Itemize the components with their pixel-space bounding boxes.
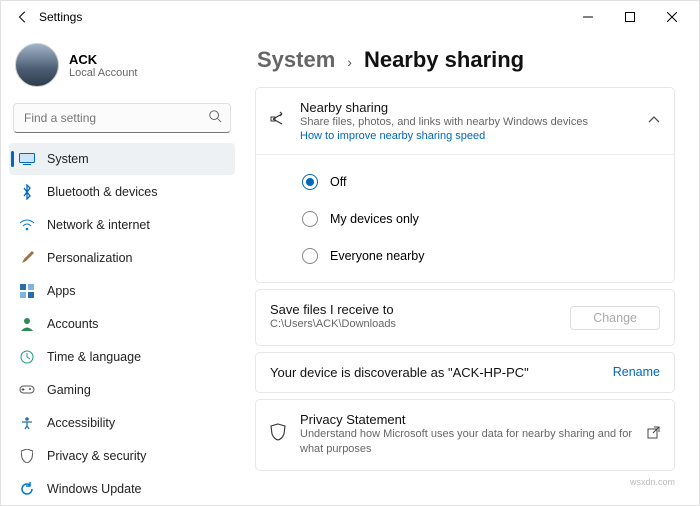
radio-my-devices[interactable]: My devices only bbox=[302, 200, 674, 237]
maximize-button[interactable] bbox=[609, 3, 651, 31]
radio-icon bbox=[302, 248, 318, 264]
nav-item-windows-update[interactable]: Windows Update bbox=[9, 473, 235, 505]
globe-clock-icon bbox=[19, 349, 35, 365]
privacy-statement-card[interactable]: Privacy Statement Understand how Microso… bbox=[255, 399, 675, 471]
nav-item-system[interactable]: System bbox=[9, 143, 235, 175]
radio-label: Everyone nearby bbox=[330, 249, 425, 263]
person-icon bbox=[19, 316, 35, 332]
nearby-sub: Share files, photos, and links with near… bbox=[300, 115, 636, 130]
radio-icon bbox=[302, 174, 318, 190]
save-files-path: C:\Users\ACK\Downloads bbox=[270, 317, 558, 332]
gamepad-icon bbox=[19, 382, 35, 398]
minimize-button[interactable] bbox=[567, 3, 609, 31]
sidebar: ACK Local Account System Bluetooth & dev… bbox=[1, 33, 243, 505]
nav-item-network[interactable]: Network & internet bbox=[9, 209, 235, 241]
chevron-up-icon bbox=[648, 115, 660, 127]
watermark: wsxdn.com bbox=[255, 477, 675, 487]
rename-link[interactable]: Rename bbox=[613, 365, 660, 379]
brush-icon bbox=[19, 250, 35, 266]
main-content: System › Nearby sharing Nearby sharing S… bbox=[243, 33, 699, 505]
nav-label: Time & language bbox=[47, 350, 141, 364]
search-icon bbox=[208, 109, 222, 128]
nav-label: Accounts bbox=[47, 317, 98, 331]
shield-icon bbox=[270, 423, 288, 446]
nav-label: Accessibility bbox=[47, 416, 115, 430]
nav-item-accessibility[interactable]: Accessibility bbox=[9, 407, 235, 439]
radio-label: My devices only bbox=[330, 212, 419, 226]
wifi-icon bbox=[19, 217, 35, 233]
nav-item-apps[interactable]: Apps bbox=[9, 275, 235, 307]
nav-item-gaming[interactable]: Gaming bbox=[9, 374, 235, 406]
nav-label: System bbox=[47, 152, 89, 166]
chevron-right-icon: › bbox=[347, 54, 352, 70]
nearby-sharing-header[interactable]: Nearby sharing Share files, photos, and … bbox=[256, 88, 674, 154]
discoverable-card: Your device is discoverable as "ACK-HP-P… bbox=[255, 352, 675, 393]
radio-off[interactable]: Off bbox=[302, 163, 674, 200]
radio-label: Off bbox=[330, 175, 346, 189]
nav-list: System Bluetooth & devices Network & int… bbox=[9, 143, 235, 505]
search-box[interactable] bbox=[13, 103, 231, 133]
window-title: Settings bbox=[39, 10, 82, 24]
share-icon bbox=[270, 110, 288, 133]
privacy-sub: Understand how Microsoft uses your data … bbox=[300, 427, 635, 458]
nav-item-personalization[interactable]: Personalization bbox=[9, 242, 235, 274]
external-link-icon bbox=[647, 426, 660, 444]
system-icon bbox=[19, 151, 35, 167]
breadcrumb-parent[interactable]: System bbox=[257, 47, 335, 73]
shield-icon bbox=[19, 448, 35, 464]
nav-label: Windows Update bbox=[47, 482, 142, 496]
close-button[interactable] bbox=[651, 3, 693, 31]
nearby-options: Off My devices only Everyone nearby bbox=[256, 154, 674, 282]
nav-label: Bluetooth & devices bbox=[47, 185, 158, 199]
avatar bbox=[15, 43, 59, 87]
nav-label: Apps bbox=[47, 284, 76, 298]
page-title: Nearby sharing bbox=[364, 47, 524, 73]
account-name: ACK bbox=[69, 52, 138, 67]
titlebar: Settings bbox=[1, 1, 699, 33]
privacy-title: Privacy Statement bbox=[300, 412, 635, 427]
save-files-title: Save files I receive to bbox=[270, 302, 558, 317]
radio-everyone[interactable]: Everyone nearby bbox=[302, 237, 674, 274]
bluetooth-icon bbox=[19, 184, 35, 200]
search-input[interactable] bbox=[22, 110, 208, 126]
account-type: Local Account bbox=[69, 67, 138, 79]
nav-label: Privacy & security bbox=[47, 449, 146, 463]
nav-item-time[interactable]: Time & language bbox=[9, 341, 235, 373]
discoverable-text: Your device is discoverable as "ACK-HP-P… bbox=[270, 365, 601, 380]
account-block[interactable]: ACK Local Account bbox=[9, 33, 235, 103]
save-files-card: Save files I receive to C:\Users\ACK\Dow… bbox=[255, 289, 675, 345]
nav-item-privacy[interactable]: Privacy & security bbox=[9, 440, 235, 472]
update-icon bbox=[19, 481, 35, 497]
nav-item-accounts[interactable]: Accounts bbox=[9, 308, 235, 340]
breadcrumb: System › Nearby sharing bbox=[257, 47, 675, 73]
apps-icon bbox=[19, 283, 35, 299]
nav-item-bluetooth[interactable]: Bluetooth & devices bbox=[9, 176, 235, 208]
back-button[interactable] bbox=[7, 10, 39, 24]
nearby-help-link[interactable]: How to improve nearby sharing speed bbox=[300, 130, 636, 142]
radio-icon bbox=[302, 211, 318, 227]
nav-label: Network & internet bbox=[47, 218, 150, 232]
nearby-sharing-expander: Nearby sharing Share files, photos, and … bbox=[255, 87, 675, 283]
nearby-title: Nearby sharing bbox=[300, 100, 636, 115]
nav-label: Gaming bbox=[47, 383, 91, 397]
accessibility-icon bbox=[19, 415, 35, 431]
change-button[interactable]: Change bbox=[570, 306, 660, 330]
nav-label: Personalization bbox=[47, 251, 132, 265]
